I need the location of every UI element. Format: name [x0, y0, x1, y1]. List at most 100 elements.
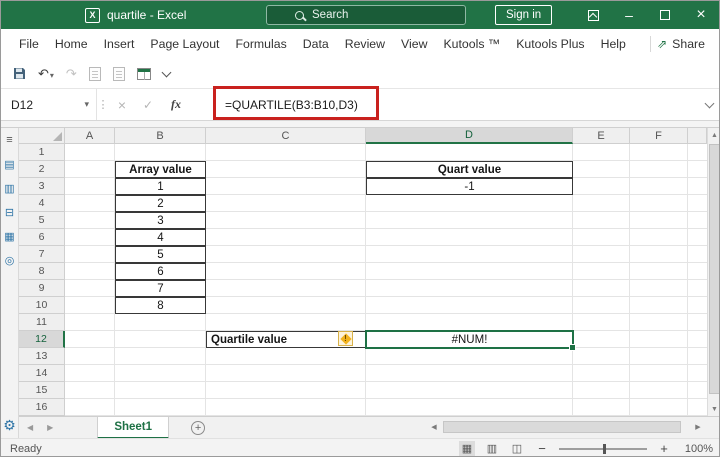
cell-e13[interactable]: [573, 348, 630, 365]
sign-in-button[interactable]: Sign in: [495, 5, 552, 25]
cell-f14[interactable]: [630, 365, 688, 382]
vertical-scrollbar[interactable]: [707, 128, 720, 416]
cell-d13[interactable]: [366, 348, 573, 365]
cell-d11[interactable]: [366, 314, 573, 331]
cell-b12[interactable]: [115, 331, 206, 348]
cell-c3[interactable]: [206, 178, 366, 195]
page-break-view-button[interactable]: [509, 441, 525, 456]
cell-a5[interactable]: [65, 212, 115, 229]
tab-page-layout[interactable]: Page Layout: [142, 29, 227, 59]
cell-b8[interactable]: 6: [115, 263, 206, 280]
cell-f5[interactable]: [630, 212, 688, 229]
cell-b7[interactable]: 5: [115, 246, 206, 263]
cell-b1[interactable]: [115, 144, 206, 161]
cell-e6[interactable]: [573, 229, 630, 246]
pane-toggle-icon[interactable]: [3, 133, 17, 147]
tab-insert[interactable]: Insert: [96, 29, 143, 59]
cell-f3[interactable]: [630, 178, 688, 195]
cell-c11[interactable]: [206, 314, 366, 331]
tab-data[interactable]: Data: [295, 29, 337, 59]
cell-b16[interactable]: [115, 399, 206, 416]
zoom-slider-thumb[interactable]: [603, 444, 606, 454]
cell-b9[interactable]: 7: [115, 280, 206, 297]
cell-e9[interactable]: [573, 280, 630, 297]
cell-a7[interactable]: [65, 246, 115, 263]
zoom-out-button[interactable]: [534, 441, 550, 456]
tab-formulas[interactable]: Formulas: [227, 29, 294, 59]
cell-a14[interactable]: [65, 365, 115, 382]
name-box-dropdown-icon[interactable]: [84, 99, 89, 110]
cell-a8[interactable]: [65, 263, 115, 280]
share-button[interactable]: Share: [657, 37, 709, 51]
undo-button[interactable]: [38, 66, 54, 82]
cell-e5[interactable]: [573, 212, 630, 229]
tab-home[interactable]: Home: [47, 29, 96, 59]
column-header-c[interactable]: C: [206, 128, 366, 144]
row-header-1[interactable]: 1: [19, 144, 65, 161]
cell-b14[interactable]: [115, 365, 206, 382]
cell-f12[interactable]: [630, 331, 688, 348]
cell-c7[interactable]: [206, 246, 366, 263]
cell-a10[interactable]: [65, 297, 115, 314]
cell-d7[interactable]: [366, 246, 573, 263]
print-preview-button[interactable]: [89, 67, 101, 81]
cell-d10[interactable]: [366, 297, 573, 314]
column-header-b[interactable]: B: [115, 128, 206, 144]
cell-d9[interactable]: [366, 280, 573, 297]
horizontal-scroll-thumb[interactable]: [443, 421, 681, 433]
row-header-12[interactable]: 12: [19, 331, 65, 348]
column-header-d[interactable]: D: [366, 128, 573, 144]
cell-f15[interactable]: [630, 382, 688, 399]
cell-d8[interactable]: [366, 263, 573, 280]
scroll-right-icon[interactable]: [691, 423, 705, 431]
cell-a16[interactable]: [65, 399, 115, 416]
save-button[interactable]: [13, 67, 26, 80]
grid-pane-icon[interactable]: [3, 229, 17, 243]
cell-a1[interactable]: [65, 144, 115, 161]
cell-c6[interactable]: [206, 229, 366, 246]
settings-gear-icon[interactable]: [2, 418, 17, 433]
cell-e10[interactable]: [573, 297, 630, 314]
quick-print-button[interactable]: [113, 67, 125, 81]
row-header-15[interactable]: 15: [19, 382, 65, 399]
cell-b2[interactable]: Array value: [115, 161, 206, 178]
cell-b10[interactable]: 8: [115, 297, 206, 314]
tab-help[interactable]: Help: [593, 29, 634, 59]
cell-e15[interactable]: [573, 382, 630, 399]
cell-b4[interactable]: 2: [115, 195, 206, 212]
cell-c5[interactable]: [206, 212, 366, 229]
cell-a11[interactable]: [65, 314, 115, 331]
row-header-11[interactable]: 11: [19, 314, 65, 331]
cell-e11[interactable]: [573, 314, 630, 331]
row-header-3[interactable]: 3: [19, 178, 65, 195]
column-header-f[interactable]: F: [630, 128, 688, 144]
cell-e8[interactable]: [573, 263, 630, 280]
select-all-button[interactable]: [19, 128, 65, 144]
cell-a13[interactable]: [65, 348, 115, 365]
cell-d2[interactable]: Quart value: [366, 161, 573, 178]
normal-view-button[interactable]: [459, 441, 475, 456]
cell-e4[interactable]: [573, 195, 630, 212]
cell-a4[interactable]: [65, 195, 115, 212]
horizontal-scrollbar[interactable]: [427, 419, 705, 435]
tab-kutools[interactable]: Kutools ™: [435, 29, 508, 59]
column-header-a[interactable]: A: [65, 128, 115, 144]
cell-c16[interactable]: [206, 399, 366, 416]
row-header-14[interactable]: 14: [19, 365, 65, 382]
row-header-5[interactable]: 5: [19, 212, 65, 229]
zoom-in-button[interactable]: [656, 441, 672, 456]
cell-f7[interactable]: [630, 246, 688, 263]
cell-d1[interactable]: [366, 144, 573, 161]
cell-e7[interactable]: [573, 246, 630, 263]
workbook-pane-icon[interactable]: [3, 181, 17, 195]
cell-f4[interactable]: [630, 195, 688, 212]
cell-a3[interactable]: [65, 178, 115, 195]
tab-file[interactable]: File: [11, 29, 47, 59]
cell-b11[interactable]: [115, 314, 206, 331]
row-header-10[interactable]: 10: [19, 297, 65, 314]
cell-a2[interactable]: [65, 161, 115, 178]
cell-a6[interactable]: [65, 229, 115, 246]
cell-a15[interactable]: [65, 382, 115, 399]
insert-function-button[interactable]: fx: [161, 89, 191, 120]
cell-e14[interactable]: [573, 365, 630, 382]
